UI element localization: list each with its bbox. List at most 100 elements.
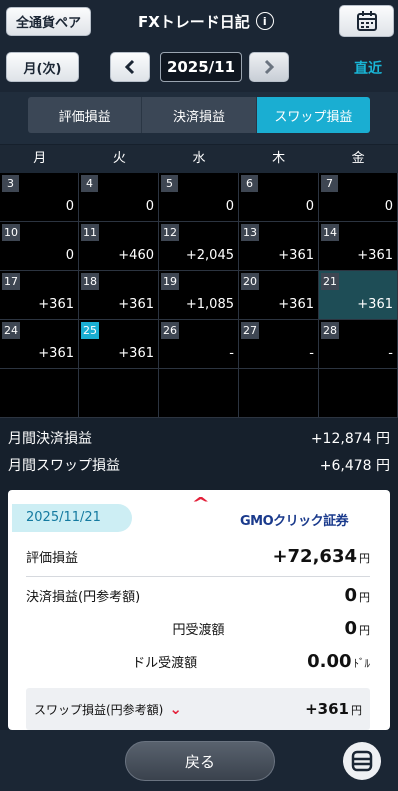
calendar-cell[interactable]: 12 +2,045 — [159, 222, 239, 271]
calendar-day-amount: 0 — [65, 248, 74, 263]
tab-valuation[interactable]: 評価損益 — [28, 97, 143, 133]
view-mode-button[interactable]: 月(次) — [6, 52, 79, 82]
calendar-cell[interactable]: 50 — [159, 173, 239, 222]
monthly-summary: 月間決済損益 +12,874 円 月間スワップ損益 +6,478 円 — [0, 418, 398, 480]
calendar-day-number: 5 — [161, 175, 178, 192]
calendar-day-number: 6 — [241, 175, 258, 192]
calendar-cell[interactable]: 25 +361 — [79, 320, 159, 369]
calendar-button[interactable] — [339, 5, 394, 37]
calendar-cell — [159, 369, 239, 418]
tab-swap[interactable]: スワップ損益 — [256, 97, 370, 133]
calendar-day-amount: +361 — [278, 297, 314, 312]
calendar-day-amount: 0 — [225, 199, 234, 214]
tab-bar: 評価損益 決済損益 スワップ損益 — [0, 92, 398, 144]
calendar-cell[interactable]: 20 +361 — [239, 271, 319, 320]
dollar-value: 0.00 — [307, 651, 352, 672]
summary-settlement-row: 月間決済損益 +12,874 円 — [8, 428, 390, 448]
calendar-day-amount: +1,085 — [185, 297, 234, 312]
calendar-day-number: 19 — [161, 273, 179, 290]
valuation-amount: +72,634 円 — [272, 546, 370, 567]
header: 全通貨ペア FXトレード日記 i 月(次) 2025/11 直近 — [0, 0, 398, 92]
weekday-mon: 月 — [33, 151, 47, 166]
calendar-cell[interactable]: 18 +361 — [79, 271, 159, 320]
calendar-day-amount: +2,045 — [185, 248, 234, 263]
calendar-day-amount: - — [388, 346, 393, 361]
calendar-day-amount: 0 — [145, 199, 154, 214]
chevron-down-icon[interactable]: ⌄ — [169, 700, 182, 718]
back-button[interactable]: 戻る — [125, 741, 275, 781]
calendar-day-amount: 0 — [384, 199, 393, 214]
calendar-cell[interactable]: 13 +361 — [239, 222, 319, 271]
calendar-day-number: 18 — [81, 273, 99, 290]
weekday-thu: 木 — [272, 151, 286, 166]
chevron-right-icon — [264, 59, 275, 75]
calendar-day-number: 20 — [241, 273, 259, 290]
calendar-cell[interactable]: 14 +361 — [319, 222, 398, 271]
calendar-cell[interactable]: 21 +361 — [319, 271, 398, 320]
valuation-row: 評価損益 +72,634 円 — [26, 546, 370, 567]
settle-unit: 円 — [359, 591, 370, 604]
dollar-amount: 0.00 ﾄﾞﾙ — [307, 651, 370, 672]
calendar-day-amount: +460 — [118, 248, 154, 263]
calendar-day-number: 4 — [81, 175, 98, 192]
settle-amount: 0円 — [344, 585, 370, 606]
dollar-unit: ﾄﾞﾙ — [353, 657, 371, 670]
calendar-cell — [0, 369, 79, 418]
calendar-day-amount: +361 — [357, 248, 393, 263]
swap-amount: +361 円 — [305, 699, 362, 718]
divider — [26, 576, 370, 577]
currency-pair-button[interactable]: 全通貨ペア — [6, 7, 91, 36]
page-title: FXトレード日記 — [138, 12, 250, 31]
weekday-fri: 金 — [351, 151, 365, 166]
chevron-up-icon[interactable]: ^ — [191, 494, 210, 513]
calendar-cell — [239, 369, 319, 418]
calendar-day-number: 24 — [2, 322, 20, 339]
calendar-day-amount: 0 — [65, 199, 74, 214]
calendar-day-number: 25 — [81, 322, 99, 339]
prev-month-button[interactable] — [110, 52, 150, 82]
calendar-cell[interactable]: 26 - — [159, 320, 239, 369]
calendar-day-amount: +361 — [38, 346, 74, 361]
calendar-cell[interactable]: 60 — [239, 173, 319, 222]
info-icon[interactable]: i — [255, 12, 274, 30]
calendar-day-number: 27 — [241, 322, 259, 339]
calendar-day-amount: +361 — [38, 297, 74, 312]
calendar-day-number: 11 — [81, 224, 99, 241]
yen-unit: 円 — [359, 624, 370, 637]
weekday-header: 月 火 水 木 金 — [0, 145, 398, 173]
menu-icon — [351, 750, 373, 772]
summary-swap-value: +6,478 円 — [319, 458, 390, 474]
calendar-cell[interactable]: 30 — [0, 173, 79, 222]
swap-label: スワップ損益(円参考額) — [34, 703, 164, 717]
tab-group: 評価損益 決済損益 スワップ損益 — [28, 97, 370, 133]
swap-summary-box[interactable]: スワップ損益(円参考額) ⌄ +361 円 — [26, 688, 370, 730]
swap-row: スワップ損益(円参考額) ⌄ +361 円 — [34, 699, 362, 718]
next-month-button[interactable] — [249, 52, 289, 82]
calendar-icon — [356, 11, 377, 31]
tab-settlement[interactable]: 決済損益 — [142, 97, 257, 133]
chevron-left-icon — [124, 59, 135, 75]
calendar-cell[interactable]: 17 +361 — [0, 271, 79, 320]
weekday-tue: 火 — [112, 151, 126, 166]
menu-button[interactable] — [343, 742, 381, 780]
calendar-cell[interactable]: 27 - — [239, 320, 319, 369]
calendar-cell[interactable]: 70 — [319, 173, 398, 222]
calendar-day-number: 26 — [161, 322, 179, 339]
calendar-day-amount: +361 — [278, 248, 314, 263]
calendar-day-amount: 0 — [305, 199, 314, 214]
calendar-cell[interactable]: 10 0 — [0, 222, 79, 271]
calendar-day-number: 7 — [321, 175, 338, 192]
calendar-day-number: 21 — [321, 273, 339, 290]
calendar-cell[interactable]: 24 +361 — [0, 320, 79, 369]
calendar-cell[interactable]: 19 +1,085 — [159, 271, 239, 320]
calendar-day-number: 14 — [321, 224, 339, 241]
calendar-grid: 3 0 4 0 5 0 6 0 7 0 10 0 11 +460 12 +2,045 13 +361 14 +361 1… — [0, 173, 398, 418]
calendar-cell[interactable]: 28 - — [319, 320, 398, 369]
summary-settlement-value: +12,874 円 — [310, 431, 390, 447]
bottom-bar: 戻る — [0, 730, 398, 791]
calendar-day-number: 17 — [2, 273, 20, 290]
calendar-day-number: 28 — [321, 322, 339, 339]
calendar-cell[interactable]: 11 +460 — [79, 222, 159, 271]
recent-link[interactable]: 直近 — [354, 58, 382, 78]
calendar-cell[interactable]: 40 — [79, 173, 159, 222]
